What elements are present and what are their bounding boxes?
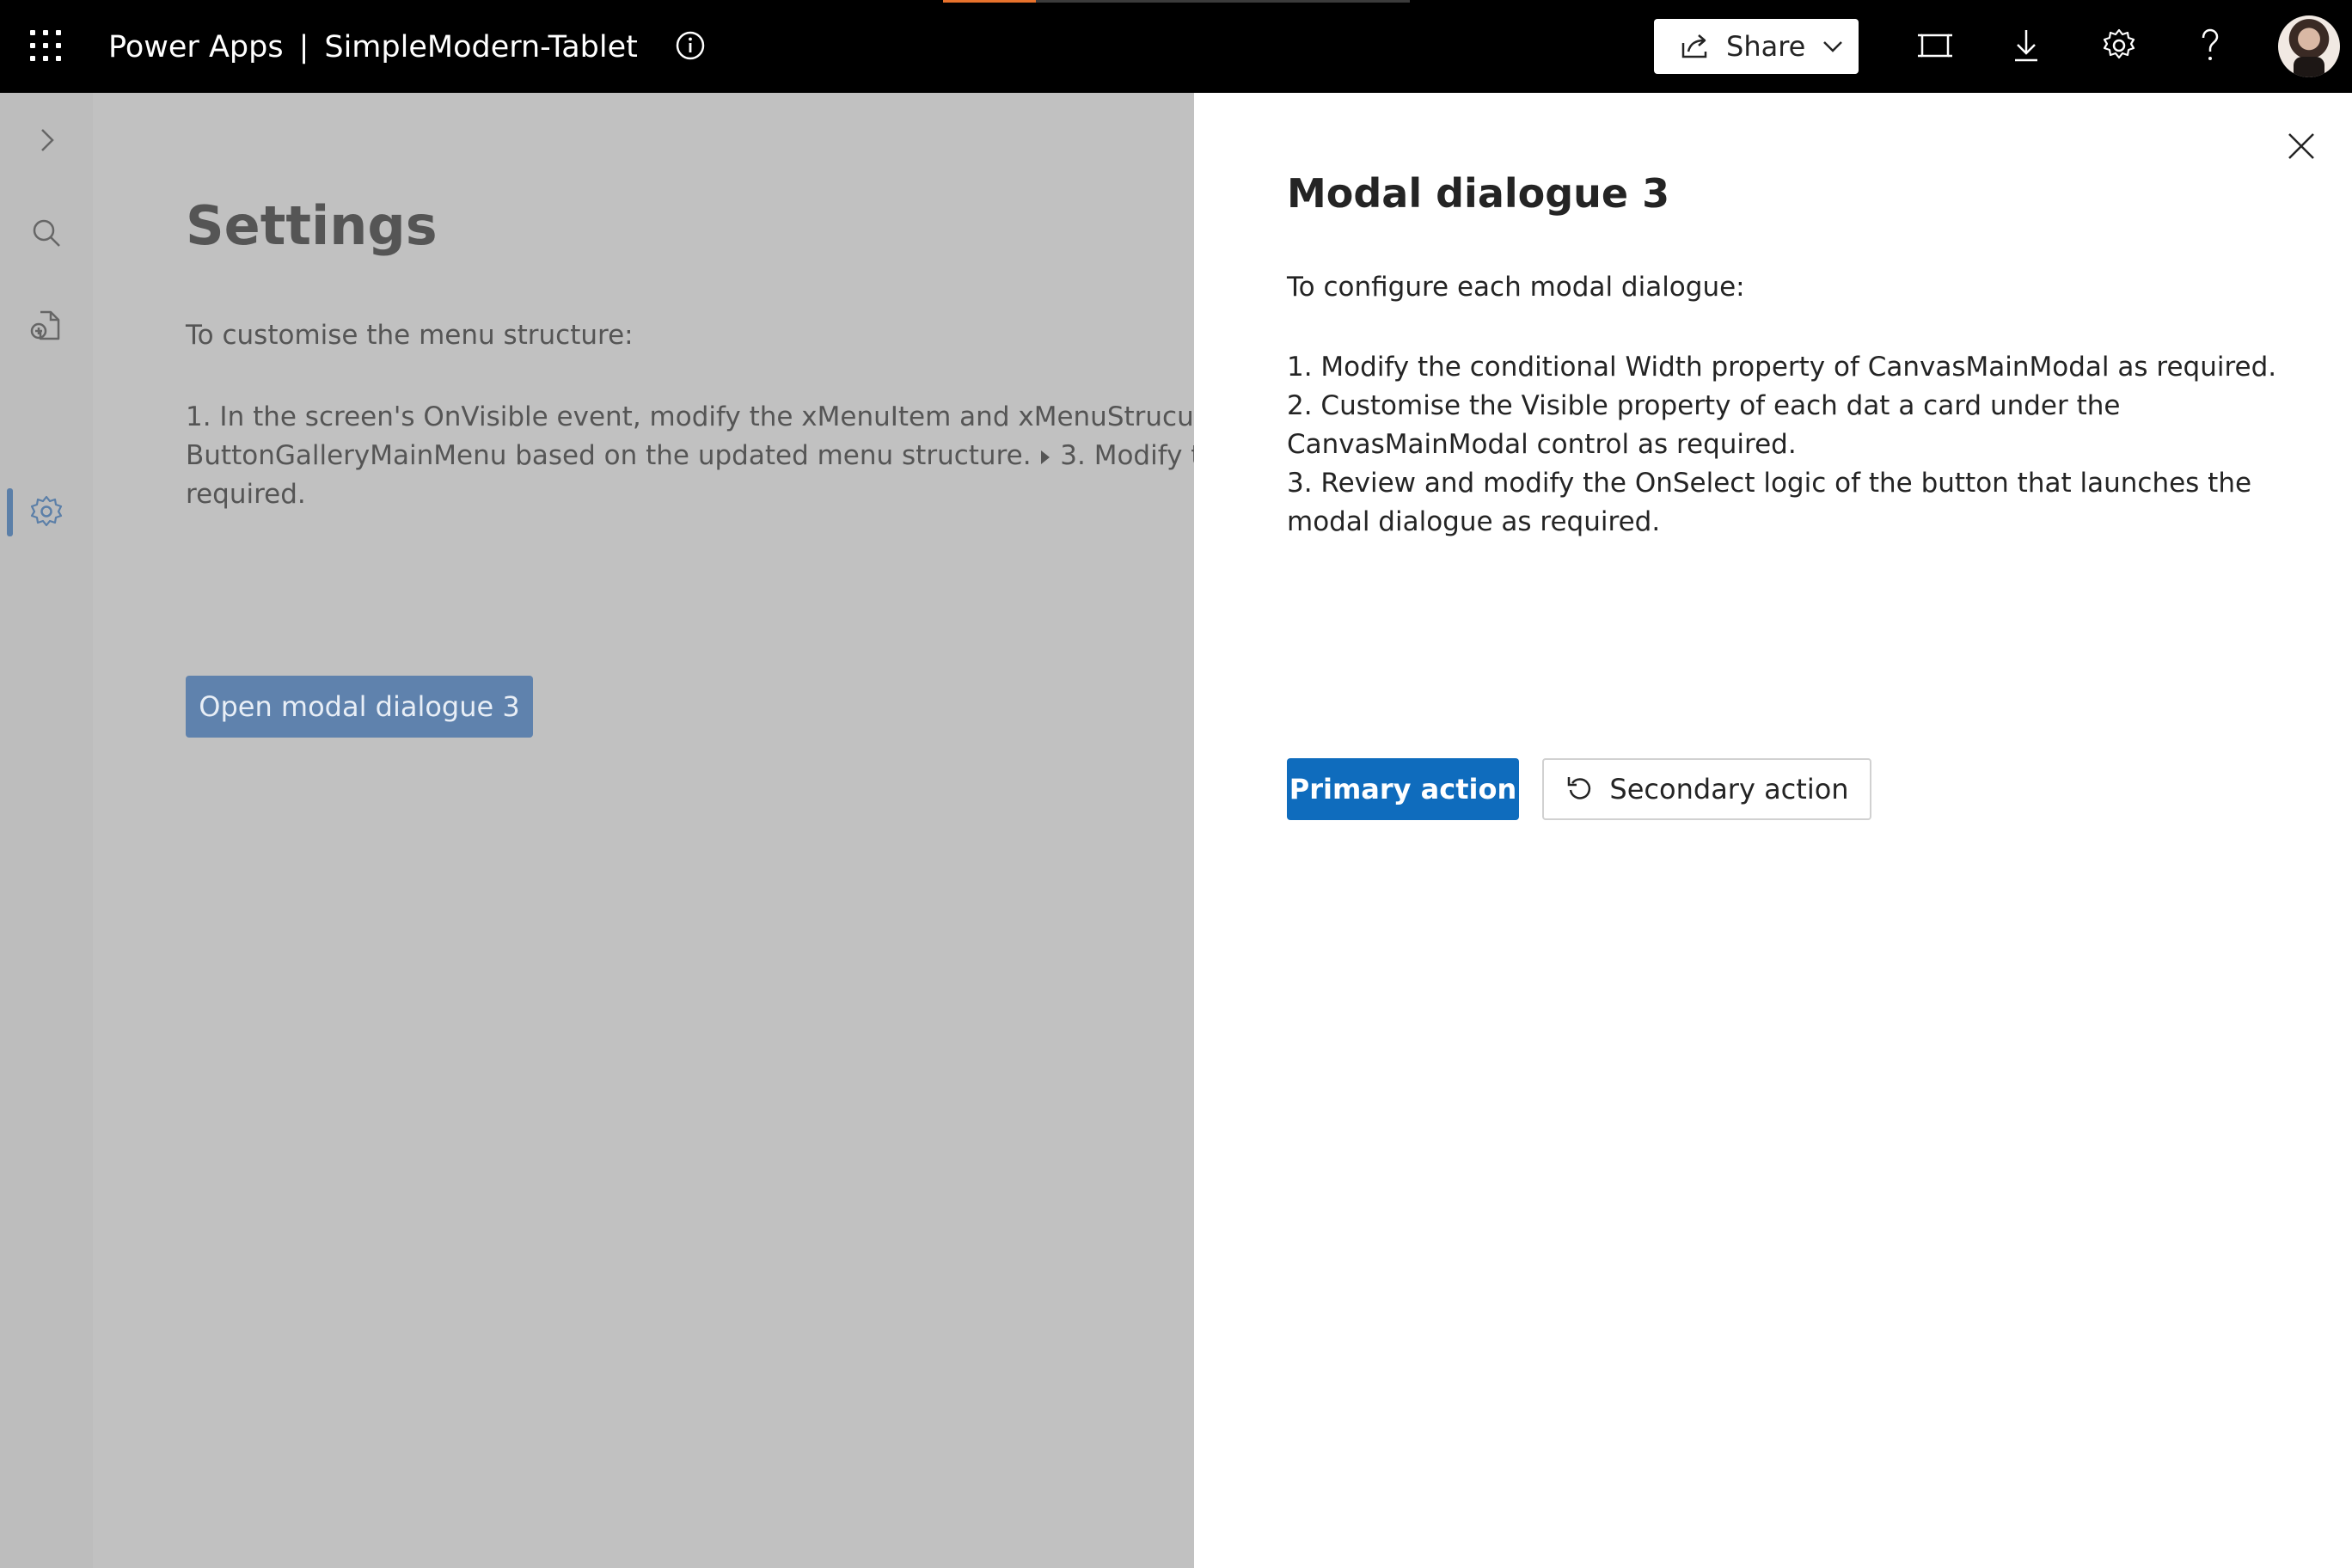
instruction-line: ButtonGalleryMainMenu based on the updat… (186, 440, 1194, 471)
open-modal-button[interactable]: Open modal dialogue 3 (186, 676, 533, 738)
modal-title: Modal dialogue 3 (1287, 170, 1670, 217)
app-brand: Power Apps | SimpleModern-Tablet (108, 24, 638, 70)
primary-action-button[interactable]: Primary action (1287, 758, 1519, 820)
active-indicator (7, 488, 13, 536)
download-icon[interactable] (2006, 26, 2046, 65)
secondary-action-button[interactable]: Secondary action (1542, 758, 1871, 820)
chevron-down-icon (1823, 41, 1843, 52)
title-separator: | (298, 30, 309, 64)
step-item: 2. Customise the Visible property of eac… (1287, 390, 2121, 460)
modal-intro: To configure each modal dialogue: (1287, 272, 1745, 303)
settings-nav-icon[interactable] (28, 493, 64, 530)
page-intro: To customise the menu structure: (186, 320, 634, 351)
instruction-line: 1. In the screen's OnVisible event, modi… (186, 401, 1194, 432)
loading-indicator (943, 0, 1036, 3)
help-icon[interactable] (2190, 26, 2230, 65)
reset-icon (1568, 777, 1591, 799)
share-button[interactable]: Share (1654, 19, 1859, 74)
document-add-icon[interactable] (28, 308, 64, 344)
page-title: Settings (186, 194, 438, 257)
step-item: 3. Review and modify the OnSelect logic … (1287, 468, 2252, 537)
fit-to-window-icon[interactable] (1915, 26, 1955, 65)
app-title: SimpleModern-Tablet (324, 30, 638, 64)
waffle-icon[interactable] (30, 30, 61, 61)
share-icon (1681, 34, 1707, 58)
share-label: Share (1726, 30, 1806, 63)
caret-right-icon (1041, 450, 1050, 464)
close-icon[interactable] (2279, 124, 2324, 168)
settings-icon[interactable] (2099, 26, 2139, 65)
modal-dialog: Modal dialogue 3 To configure each modal… (1194, 93, 2352, 1568)
page-instructions: 1. In the screen's OnVisible event, modi… (186, 398, 1194, 514)
settings-page: Settings To customise the menu structure… (93, 93, 1194, 1568)
instruction-line: required. (186, 479, 306, 510)
app-header: Power Apps | SimpleModern-Tablet Share (0, 0, 2352, 93)
step-item: 1. Modify the conditional Width property… (1287, 352, 2277, 383)
nav-rail (0, 93, 93, 1568)
info-icon[interactable] (675, 30, 706, 61)
avatar[interactable] (2278, 15, 2340, 77)
modal-steps: 1. Modify the conditional Width property… (1287, 348, 2284, 542)
expand-chevron-icon[interactable] (28, 122, 64, 158)
app-name[interactable]: Power Apps (108, 30, 284, 64)
secondary-action-label: Secondary action (1609, 773, 1849, 805)
search-icon[interactable] (28, 215, 64, 251)
